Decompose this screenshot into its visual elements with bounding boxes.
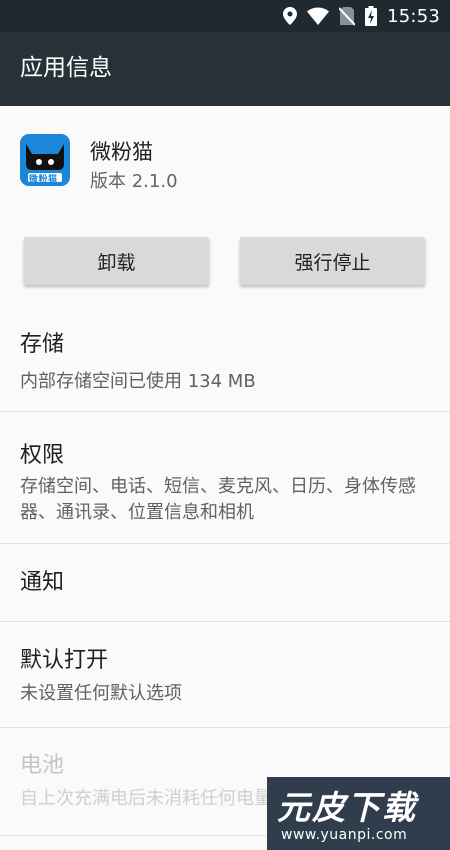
uninstall-button[interactable]: 卸载 [24,237,209,285]
open-by-default-summary: 未设置任何默认选项 [20,683,182,704]
permissions-item[interactable]: 权限 存储空间、电话、短信、麦克风、日历、身体传感器、通讯录、位置信息和相机 [0,412,450,543]
battery-title: 电池 [20,753,65,778]
storage-title: 存储 [20,332,65,357]
location-icon [283,7,298,25]
status-bar: 15:53 [0,0,450,32]
app-icon-label: 微粉猫 [29,175,58,185]
open-by-default-title: 默认打开 [20,648,109,673]
no-sim-icon [339,7,356,26]
storage-item[interactable]: 存储 内部存储空间已使用 134 MB [0,311,450,411]
permissions-title: 权限 [20,443,65,468]
app-bar: 应用信息 [0,32,450,106]
watermark: 元皮下载 www.yuanpi.com [267,777,450,850]
force-stop-button[interactable]: 强行停止 [240,237,425,285]
permissions-summary: 存储空间、电话、短信、麦克风、日历、身体传感器、通讯录、位置信息和相机 [20,476,416,523]
app-header: 微粉猫 微粉猫 版本 2.1.0 [0,106,450,216]
notifications-title: 通知 [20,570,65,595]
app-name: 微粉猫 [90,140,153,164]
status-time: 15:53 [387,5,440,27]
wifi-icon [307,7,330,25]
storage-summary: 内部存储空间已使用 134 MB [20,371,256,392]
watermark-url: www.yuanpi.com [281,827,408,843]
app-info-content: 微粉猫 微粉猫 版本 2.1.0 卸载 强行停止 存储 内部存储空间已使用 13… [0,106,450,850]
app-version: 版本 2.1.0 [90,171,178,192]
notifications-item[interactable]: 通知 [0,544,450,621]
watermark-text: 元皮下载 [277,788,417,827]
status-icons: 15:53 [283,0,440,32]
page-title: 应用信息 [20,55,112,81]
app-icon: 微粉猫 [20,134,70,186]
battery-charging-icon [365,6,378,26]
open-by-default-item[interactable]: 默认打开 未设置任何默认选项 [0,622,450,727]
